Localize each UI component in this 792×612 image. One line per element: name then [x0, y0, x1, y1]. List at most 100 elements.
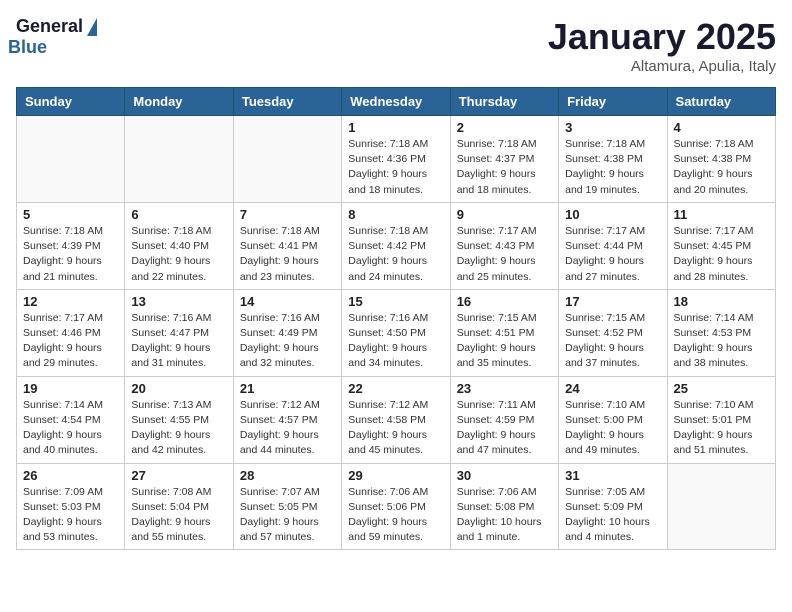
calendar-cell: 5 Sunrise: 7:18 AM Sunset: 4:39 PM Daylig… [17, 202, 125, 289]
calendar-cell: 14 Sunrise: 7:16 AM Sunset: 4:49 PM Dayli… [233, 289, 341, 376]
day-number: 9 [457, 207, 552, 222]
calendar-cell: 28 Sunrise: 7:07 AM Sunset: 5:05 PM Dayli… [233, 463, 341, 550]
weekday-header-row: SundayMondayTuesdayWednesdayThursdayFrid… [17, 88, 776, 116]
page-header: General Blue January 2025 Altamura, Apul… [16, 16, 776, 75]
calendar-cell: 3 Sunrise: 7:18 AM Sunset: 4:38 PM Daylig… [559, 116, 667, 203]
logo-blue-text: Blue [8, 37, 47, 58]
calendar-table: SundayMondayTuesdayWednesdayThursdayFrid… [16, 87, 776, 550]
day-info: Sunrise: 7:17 AM Sunset: 4:46 PM Dayligh… [23, 311, 118, 372]
day-number: 16 [457, 294, 552, 309]
calendar-cell: 8 Sunrise: 7:18 AM Sunset: 4:42 PM Daylig… [342, 202, 450, 289]
calendar-cell: 26 Sunrise: 7:09 AM Sunset: 5:03 PM Dayli… [17, 463, 125, 550]
day-number: 11 [674, 207, 769, 222]
week-row-5: 26 Sunrise: 7:09 AM Sunset: 5:03 PM Dayli… [17, 463, 776, 550]
day-number: 17 [565, 294, 660, 309]
day-info: Sunrise: 7:18 AM Sunset: 4:42 PM Dayligh… [348, 224, 443, 285]
calendar-cell: 15 Sunrise: 7:16 AM Sunset: 4:50 PM Dayli… [342, 289, 450, 376]
day-info: Sunrise: 7:08 AM Sunset: 5:04 PM Dayligh… [131, 485, 226, 546]
calendar-cell [233, 116, 341, 203]
calendar-cell: 18Sunrise: 7:14 AM Sunset: 4:53 PM Dayli… [667, 289, 775, 376]
month-title: January 2025 [548, 16, 776, 58]
day-info: Sunrise: 7:15 AM Sunset: 4:51 PM Dayligh… [457, 311, 552, 372]
title-block: January 2025 Altamura, Apulia, Italy [548, 16, 776, 75]
day-info: Sunrise: 7:06 AM Sunset: 5:06 PM Dayligh… [348, 485, 443, 546]
day-number: 8 [348, 207, 443, 222]
day-info: Sunrise: 7:11 AM Sunset: 4:59 PM Dayligh… [457, 398, 552, 459]
day-info: Sunrise: 7:18 AM Sunset: 4:39 PM Dayligh… [23, 224, 118, 285]
day-info: Sunrise: 7:18 AM Sunset: 4:37 PM Dayligh… [457, 137, 552, 198]
day-info: Sunrise: 7:07 AM Sunset: 5:05 PM Dayligh… [240, 485, 335, 546]
day-number: 28 [240, 468, 335, 483]
day-number: 30 [457, 468, 552, 483]
calendar-cell [667, 463, 775, 550]
calendar-cell: 2 Sunrise: 7:18 AM Sunset: 4:37 PM Daylig… [450, 116, 558, 203]
calendar-cell: 24Sunrise: 7:10 AM Sunset: 5:00 PM Dayli… [559, 376, 667, 463]
day-info: Sunrise: 7:14 AM Sunset: 4:54 PM Dayligh… [23, 398, 118, 459]
day-number: 26 [23, 468, 118, 483]
day-number: 3 [565, 120, 660, 135]
day-info: Sunrise: 7:18 AM Sunset: 4:38 PM Dayligh… [674, 137, 769, 198]
day-number: 29 [348, 468, 443, 483]
day-number: 22 [348, 381, 443, 396]
day-number: 7 [240, 207, 335, 222]
calendar-cell: 12 Sunrise: 7:17 AM Sunset: 4:46 PM Dayli… [17, 289, 125, 376]
day-number: 1 [348, 120, 443, 135]
day-info: Sunrise: 7:10 AM Sunset: 5:01 PM Dayligh… [674, 398, 769, 459]
calendar-cell: 21 Sunrise: 7:12 AM Sunset: 4:57 PM Dayli… [233, 376, 341, 463]
weekday-header-sunday: Sunday [17, 88, 125, 116]
week-row-4: 19Sunrise: 7:14 AM Sunset: 4:54 PM Dayli… [17, 376, 776, 463]
day-info: Sunrise: 7:05 AM Sunset: 5:09 PM Dayligh… [565, 485, 660, 546]
day-number: 5 [23, 207, 118, 222]
calendar-cell: 4 Sunrise: 7:18 AM Sunset: 4:38 PM Daylig… [667, 116, 775, 203]
calendar-cell: 17Sunrise: 7:15 AM Sunset: 4:52 PM Dayli… [559, 289, 667, 376]
day-info: Sunrise: 7:16 AM Sunset: 4:50 PM Dayligh… [348, 311, 443, 372]
weekday-header-saturday: Saturday [667, 88, 775, 116]
day-info: Sunrise: 7:12 AM Sunset: 4:58 PM Dayligh… [348, 398, 443, 459]
day-info: Sunrise: 7:17 AM Sunset: 4:45 PM Dayligh… [674, 224, 769, 285]
day-info: Sunrise: 7:14 AM Sunset: 4:53 PM Dayligh… [674, 311, 769, 372]
calendar-cell: 27Sunrise: 7:08 AM Sunset: 5:04 PM Dayli… [125, 463, 233, 550]
calendar-cell: 25 Sunrise: 7:10 AM Sunset: 5:01 PM Dayli… [667, 376, 775, 463]
day-number: 25 [674, 381, 769, 396]
day-number: 4 [674, 120, 769, 135]
day-info: Sunrise: 7:09 AM Sunset: 5:03 PM Dayligh… [23, 485, 118, 546]
calendar-cell: 16 Sunrise: 7:15 AM Sunset: 4:51 PM Dayli… [450, 289, 558, 376]
calendar-cell: 1 Sunrise: 7:18 AM Sunset: 4:36 PM Daylig… [342, 116, 450, 203]
day-info: Sunrise: 7:10 AM Sunset: 5:00 PM Dayligh… [565, 398, 660, 459]
day-info: Sunrise: 7:12 AM Sunset: 4:57 PM Dayligh… [240, 398, 335, 459]
day-number: 14 [240, 294, 335, 309]
day-info: Sunrise: 7:18 AM Sunset: 4:36 PM Dayligh… [348, 137, 443, 198]
day-number: 23 [457, 381, 552, 396]
day-number: 10 [565, 207, 660, 222]
day-number: 12 [23, 294, 118, 309]
day-info: Sunrise: 7:18 AM Sunset: 4:40 PM Dayligh… [131, 224, 226, 285]
weekday-header-friday: Friday [559, 88, 667, 116]
day-number: 13 [131, 294, 226, 309]
calendar-cell: 7 Sunrise: 7:18 AM Sunset: 4:41 PM Daylig… [233, 202, 341, 289]
logo-general-text: General [16, 16, 83, 37]
logo: General Blue [16, 16, 97, 58]
day-info: Sunrise: 7:16 AM Sunset: 4:47 PM Dayligh… [131, 311, 226, 372]
location-subtitle: Altamura, Apulia, Italy [548, 58, 776, 75]
day-number: 2 [457, 120, 552, 135]
day-info: Sunrise: 7:16 AM Sunset: 4:49 PM Dayligh… [240, 311, 335, 372]
day-number: 6 [131, 207, 226, 222]
day-info: Sunrise: 7:18 AM Sunset: 4:41 PM Dayligh… [240, 224, 335, 285]
calendar-cell: 22 Sunrise: 7:12 AM Sunset: 4:58 PM Dayli… [342, 376, 450, 463]
day-info: Sunrise: 7:17 AM Sunset: 4:44 PM Dayligh… [565, 224, 660, 285]
day-number: 15 [348, 294, 443, 309]
day-number: 21 [240, 381, 335, 396]
calendar-cell [125, 116, 233, 203]
weekday-header-tuesday: Tuesday [233, 88, 341, 116]
calendar-cell: 30 Sunrise: 7:06 AM Sunset: 5:08 PM Dayli… [450, 463, 558, 550]
week-row-1: 1 Sunrise: 7:18 AM Sunset: 4:36 PM Daylig… [17, 116, 776, 203]
calendar-cell: 31 Sunrise: 7:05 AM Sunset: 5:09 PM Dayli… [559, 463, 667, 550]
day-number: 31 [565, 468, 660, 483]
calendar-cell: 20Sunrise: 7:13 AM Sunset: 4:55 PM Dayli… [125, 376, 233, 463]
calendar-cell: 29 Sunrise: 7:06 AM Sunset: 5:06 PM Dayli… [342, 463, 450, 550]
calendar-cell: 13 Sunrise: 7:16 AM Sunset: 4:47 PM Dayli… [125, 289, 233, 376]
calendar-cell: 23 Sunrise: 7:11 AM Sunset: 4:59 PM Dayli… [450, 376, 558, 463]
day-info: Sunrise: 7:18 AM Sunset: 4:38 PM Dayligh… [565, 137, 660, 198]
calendar-cell: 19Sunrise: 7:14 AM Sunset: 4:54 PM Dayli… [17, 376, 125, 463]
day-info: Sunrise: 7:06 AM Sunset: 5:08 PM Dayligh… [457, 485, 552, 546]
